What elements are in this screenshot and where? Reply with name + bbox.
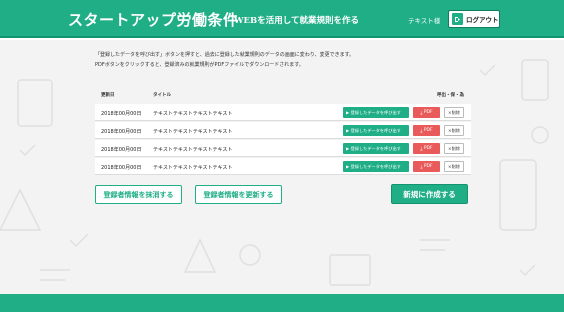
col-actions-header: 呼出・保・為 <box>437 93 464 98</box>
col-title-header: タイトル <box>153 93 171 98</box>
intro-text: 「登録したデータを呼び出す」ボタンを押すと、過去に登録した就業規則のデータの画面… <box>95 50 475 70</box>
delete-label: 削除 <box>451 145 460 151</box>
user-name: テキスト様 <box>408 17 441 25</box>
call-data-button[interactable]: ▶ 登録したデータを呼び出す <box>343 143 409 154</box>
delete-button[interactable]: × 削除 <box>444 107 464 118</box>
row-title: テキストテキストテキストテキスト <box>153 165 233 171</box>
create-new-button[interactable]: 新規に作成する <box>391 184 468 204</box>
table-row: 2018年00月00日 テキストテキストテキストテキスト ▶ 登録したデータを呼… <box>95 158 471 175</box>
main-content: 「登録したデータを呼び出す」ボタンを押すと、過去に登録した就業規則のデータの画面… <box>0 40 564 294</box>
intro-line-1: 「登録したデータを呼び出す」ボタンを押すと、過去に登録した就業規則のデータの画面… <box>95 52 355 58</box>
pdf-button[interactable]: ⤓ PDF <box>413 107 440 118</box>
row-title: テキストテキストテキストテキスト <box>153 147 233 153</box>
app-title: スタートアップ労働条件 <box>68 11 239 29</box>
table-row: 2018年00月00日 テキストテキストテキストテキスト ▶ 登録したデータを呼… <box>95 140 471 157</box>
delete-label: 削除 <box>451 109 460 115</box>
row-date: 2018年00月00日 <box>101 165 142 171</box>
header-bar: スタートアップ労働条件 WEBを活用して就業規則を作る テキスト様 ログアウト <box>0 0 564 38</box>
row-date: 2018年00月00日 <box>101 129 142 135</box>
logout-label: ログアウト <box>466 16 499 24</box>
pdf-label: PDF <box>423 146 433 151</box>
delete-button[interactable]: × 削除 <box>444 125 464 136</box>
pdf-label: PDF <box>423 110 433 115</box>
delete-button[interactable]: × 削除 <box>444 161 464 172</box>
col-date-header: 更新日 <box>101 93 115 98</box>
table-header: 更新日 タイトル 呼出・保・為 <box>95 90 471 104</box>
logout-button[interactable]: ログアウト <box>448 10 500 28</box>
pdf-button[interactable]: ⤓ PDF <box>413 161 440 172</box>
table-row: 2018年00月00日 テキストテキストテキストテキスト ▶ 登録したデータを呼… <box>95 122 471 139</box>
update-registrant-button[interactable]: 登録者情報を更新する <box>195 185 282 204</box>
app-subtitle: WEBを活用して就業規則を作る <box>234 16 359 26</box>
intro-line-2: PDFボタンをクリックすると、登録済みの就業規則がPDFファイルでダウンロードさ… <box>95 62 304 68</box>
call-data-label: 登録したデータを呼び出す <box>350 145 401 151</box>
call-data-button[interactable]: ▶ 登録したデータを呼び出す <box>343 161 409 172</box>
pdf-button[interactable]: ⤓ PDF <box>413 125 440 136</box>
delete-registrant-button[interactable]: 登録者情報を抹消する <box>95 185 182 204</box>
pdf-label: PDF <box>423 164 433 169</box>
delete-button[interactable]: × 削除 <box>444 143 464 154</box>
row-date: 2018年00月00日 <box>101 111 142 117</box>
call-data-label: 登録したデータを呼び出す <box>350 109 401 115</box>
delete-label: 削除 <box>451 163 460 169</box>
call-data-button[interactable]: ▶ 登録したデータを呼び出す <box>343 107 409 118</box>
pdf-button[interactable]: ⤓ PDF <box>413 143 440 154</box>
footer-bar <box>0 294 564 312</box>
call-data-label: 登録したデータを呼び出す <box>350 163 401 169</box>
logout-icon <box>452 13 463 25</box>
table-row: 2018年00月00日 テキストテキストテキストテキスト ▶ 登録したデータを呼… <box>95 104 471 121</box>
call-data-button[interactable]: ▶ 登録したデータを呼び出す <box>343 125 409 136</box>
call-data-label: 登録したデータを呼び出す <box>350 127 401 133</box>
row-title: テキストテキストテキストテキスト <box>153 129 233 135</box>
delete-label: 削除 <box>451 127 460 133</box>
records-table: 更新日 タイトル 呼出・保・為 2018年00月00日 テキストテキストテキスト… <box>95 90 471 176</box>
row-title: テキストテキストテキストテキスト <box>153 111 233 117</box>
row-date: 2018年00月00日 <box>101 147 142 153</box>
pdf-label: PDF <box>423 128 433 133</box>
